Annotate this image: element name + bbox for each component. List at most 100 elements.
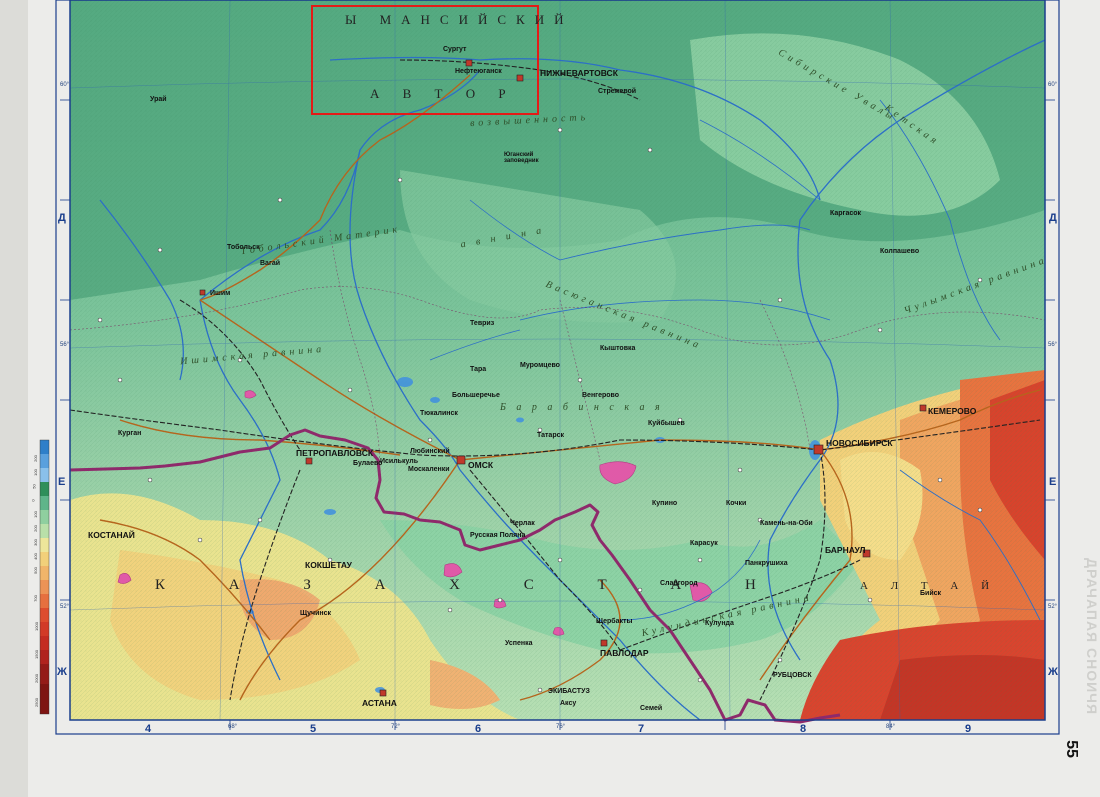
place-ekibastuz: ЭКИБАСТУЗ <box>548 688 590 695</box>
legend-tick: 700 <box>32 595 38 602</box>
legend-tick: 1000 <box>33 622 39 631</box>
legend-tick: 400 <box>32 553 38 560</box>
place-slavgorod: Славгород <box>660 580 698 587</box>
place-kupino: Купино <box>652 500 678 507</box>
lon-68: 68° <box>228 724 238 730</box>
lat-56-right: 56° <box>1048 342 1058 348</box>
place-kargasok: Каргасок <box>830 210 862 217</box>
grid-row-e-right: Е <box>1049 476 1057 488</box>
place-uray: Урай <box>150 96 167 103</box>
place-petropavlovsk: ПЕТРОПАВЛОВСК <box>296 448 374 458</box>
place-biysk: Бийск <box>920 590 942 597</box>
city-marker-omsk <box>456 455 466 465</box>
place-shchuchinsk: Щучинск <box>300 610 332 617</box>
place-strezhevoy: Стрежевой <box>598 88 637 95</box>
place-barnaul: БАРНАУЛ <box>825 545 866 555</box>
place-tevriz: Тевриз <box>470 320 495 327</box>
lat-56-left: 56° <box>60 342 70 348</box>
grid-row-zh-left: Ж <box>57 666 67 678</box>
place-kuibyshev: Куйбышев <box>648 420 685 427</box>
region-okrug: А В Т О Р <box>370 86 516 101</box>
lon-76: 76° <box>556 724 566 730</box>
place-surgut: Сургут <box>443 46 467 53</box>
place-bolsherechye: Большеречье <box>452 392 500 399</box>
place-novosibirsk: НОВОСИБИРСК <box>826 438 893 448</box>
region-barabinsk: Б а р а б и н с к а я <box>500 402 664 413</box>
region-khanty-mansi: Ы МАНСИЙСКИЙ <box>345 12 574 27</box>
grid-col-6: 6 <box>475 723 482 735</box>
place-vagay: Вагай <box>260 260 281 267</box>
place-neftyugansk: Нефтеюганск <box>455 68 502 75</box>
legend-tick: 100 <box>32 511 38 518</box>
city-marker-kemerovo <box>919 404 927 412</box>
place-astana: АСТАНА <box>362 698 397 708</box>
place-karasuk: Карасук <box>690 540 718 547</box>
place-moskalenki: Москаленки <box>408 466 450 473</box>
place-nizhnevartovsk: НИЖНЕВАРТОВСК <box>540 68 618 78</box>
place-bulaevo: Булаево <box>353 460 383 467</box>
lat-60-left: 60° <box>60 82 70 88</box>
grid-col-7: 7 <box>638 723 645 735</box>
place-tyukalinsk: Тюкалинск <box>420 410 458 417</box>
place-aksu: Аксу <box>560 700 577 707</box>
legend-tick: 0 <box>30 499 36 502</box>
place-kokshetau: КОКШЕТАУ <box>305 560 352 570</box>
legend-tick: 500 <box>32 567 38 574</box>
place-tobolsk: Тобольск <box>227 244 260 251</box>
place-kurgan: Курган <box>118 430 142 437</box>
place-vengerovo: Венгерово <box>582 392 620 399</box>
grid-col-4: 4 <box>145 723 152 735</box>
place-isilkul: Исилькуль <box>380 458 419 465</box>
place-kulunda: Кулунда <box>705 620 734 627</box>
legend-tick: 2500 <box>33 698 39 707</box>
legend-tick: 1500 <box>33 650 39 659</box>
legend-tick: 50 <box>31 484 37 489</box>
place-tara: Тара <box>470 366 487 373</box>
place-lyubinsky: Любинский <box>410 448 450 455</box>
place-yugansky-reserve: Юганский заповедник <box>504 152 539 164</box>
place-pankrushikha: Панкрушиха <box>745 560 788 567</box>
city-marker-petropavlovsk <box>305 457 313 465</box>
place-muromtsevo: Муромцево <box>520 362 560 369</box>
legend-tick: 2000 <box>33 674 39 683</box>
lon-72: 72° <box>391 724 401 730</box>
grid-row-d-right: Д <box>1049 212 1057 224</box>
place-pavlodar: ПАВЛОДАР <box>600 648 649 658</box>
place-cherlak: Черлак <box>510 520 535 527</box>
page-number: 55 <box>1062 740 1080 758</box>
place-sherbakty: Щербакты <box>596 618 633 625</box>
city-marker-astana <box>379 689 387 697</box>
legend-tick: 100 <box>32 469 38 476</box>
grid-col-9: 9 <box>965 723 972 735</box>
place-ishim: Ишим <box>210 290 231 297</box>
place-kamen: Камень-на-Оби <box>760 520 813 527</box>
atlas-side-title: ДРАЧАПАЯ СНОИЧЯ <box>1084 558 1100 716</box>
place-rubtsovsk: РУБЦОВСК <box>773 672 812 679</box>
place-kyshtovka: Кыштовка <box>600 345 636 352</box>
legend-tick: 300 <box>32 539 38 546</box>
city-marker-pavlodar <box>600 639 608 647</box>
city-marker-ishim <box>199 289 206 296</box>
grid-col-8: 8 <box>800 723 807 735</box>
elevation-legend <box>39 439 50 715</box>
grid-col-5: 5 <box>310 723 317 735</box>
place-kochki: Кочки <box>726 500 747 507</box>
grid-row-e-left: Е <box>58 476 66 488</box>
grid-row-d-left: Д <box>58 212 66 224</box>
place-kemerovo: КЕМЕРОВО <box>928 406 977 416</box>
place-tatarsk: Татарск <box>537 432 564 439</box>
place-omsk: ОМСК <box>468 460 494 470</box>
lat-52-left: 52° <box>60 604 70 610</box>
place-kolpashevo: Колпашево <box>880 248 920 255</box>
place-semey: Семей <box>640 705 663 712</box>
place-russkaya-polyana: Русская Поляна <box>470 532 526 539</box>
place-uspenka: Успенка <box>505 640 533 647</box>
lat-52-right: 52° <box>1048 604 1058 610</box>
lon-84: 84° <box>886 724 896 730</box>
legend-tick: 200 <box>32 525 38 532</box>
lat-60-right: 60° <box>1048 82 1058 88</box>
grid-row-zh-right: Ж <box>1048 666 1058 678</box>
legend-tick: 200 <box>32 455 38 462</box>
place-kostanay: КОСТАНАЙ <box>88 530 135 540</box>
city-marker-novosibirsk <box>813 444 824 455</box>
